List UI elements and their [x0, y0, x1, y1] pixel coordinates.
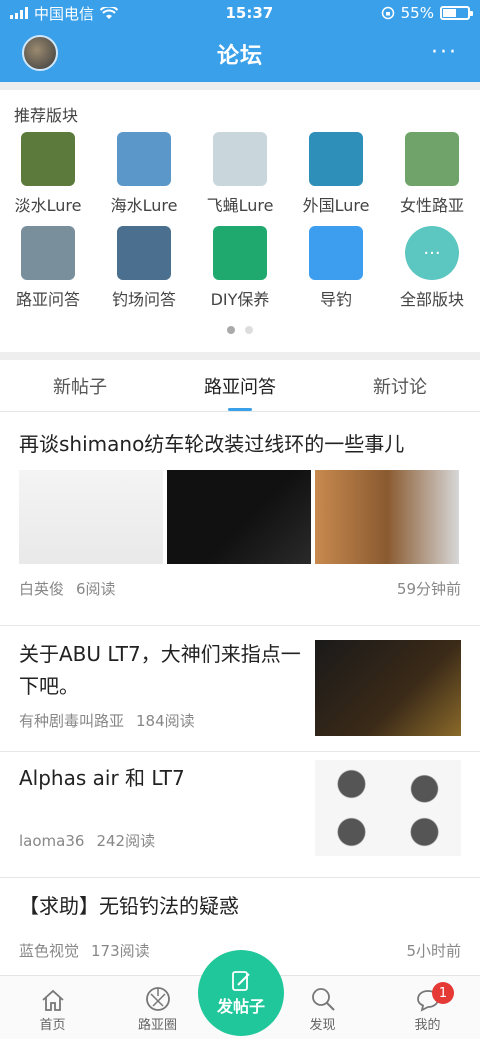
board-image [213, 226, 267, 280]
board-item[interactable]: ··· 全部版块 [384, 226, 480, 310]
tabbar-item-home[interactable]: 首页 [0, 976, 105, 1039]
tabbar-label: 首页 [39, 1018, 66, 1033]
search-icon [311, 988, 335, 1011]
board-label: DIY保养 [210, 290, 270, 309]
home-icon [41, 989, 64, 1011]
section-title: 推荐版块 [14, 106, 79, 125]
pager-dot [245, 326, 253, 334]
tab-item[interactable]: 新帖子 [0, 360, 160, 411]
post-author: 白英俊 [19, 579, 65, 598]
more-icon: ··· [405, 226, 459, 280]
post-time: 59分钟前 [396, 579, 461, 598]
tabbar-label: 发现 [309, 1018, 336, 1033]
post-thumbnails [19, 470, 461, 564]
post-reads: 6阅读 [76, 579, 116, 598]
board-item[interactable]: 飞蝇Lure [192, 132, 288, 216]
battery-icon [439, 6, 473, 20]
board-image [21, 132, 75, 186]
tabbar-item-discover[interactable]: 发现 [270, 976, 375, 1039]
board-item[interactable]: 外国Lure [288, 132, 384, 216]
tab-item[interactable]: 新讨论 [320, 360, 480, 411]
post-title: Alphas air 和 LT7 [19, 766, 185, 790]
board-item[interactable]: 淡水Lure [0, 132, 96, 216]
board-item[interactable]: 钓场问答 [96, 226, 192, 310]
avatar[interactable] [22, 35, 58, 71]
board-item[interactable]: 导钓 [288, 226, 384, 310]
board-item[interactable]: 路亚问答 [0, 226, 96, 310]
board-label: 全部版块 [399, 290, 464, 309]
post-title: 再谈shimano纺车轮改装过线环的一些事儿 [19, 432, 405, 456]
more-icon[interactable]: ··· [431, 40, 458, 65]
board-label: 女性路亚 [399, 196, 464, 215]
board-image [405, 132, 459, 186]
board-label: 钓场问答 [111, 290, 176, 309]
board-label: 导钓 [319, 290, 352, 309]
board-label: 飞蝇Lure [206, 196, 274, 215]
post-author: 蓝色视觉 [19, 941, 80, 960]
carrier: 中国电信 [34, 4, 95, 23]
board-image [117, 132, 171, 186]
board-item[interactable]: DIY保养 [192, 226, 288, 310]
post-reads: 184阅读 [136, 712, 195, 730]
battery-percent: 55% [400, 4, 434, 22]
thumbnail-image[interactable] [19, 470, 163, 564]
aperture-icon [145, 987, 170, 1011]
new-post-button[interactable]: 发帖子 [198, 950, 284, 1036]
board-label: 路亚问答 [15, 290, 80, 309]
post-meta: 有种剧毒叫路亚 184阅读 [19, 710, 315, 731]
thumbnail-image[interactable] [315, 640, 461, 736]
tabbar-item-circle[interactable]: 路亚圈 [105, 976, 210, 1039]
page-title: 论坛 [216, 44, 263, 69]
tabbar-label: 我的 [414, 1018, 441, 1033]
notification-badge: 1 [432, 982, 454, 1004]
pager-dots [0, 316, 480, 344]
pager-dot [227, 326, 235, 334]
status-bar: 中国电信 15:37 55% [0, 0, 480, 26]
board-label: 外国Lure [302, 196, 370, 215]
signal-icon [10, 7, 28, 19]
post-title: 【求助】无铅钓法的疑惑 [19, 894, 239, 918]
thumbnail-image[interactable] [167, 470, 311, 564]
wifi-icon [100, 6, 119, 19]
board-label: 海水Lure [110, 196, 178, 215]
post-time: 5小时前 [406, 941, 461, 960]
post-meta: 白英俊 6阅读 59分钟前 [19, 564, 461, 606]
post-reads: 242阅读 [96, 832, 156, 850]
post-author: laoma36 [19, 832, 85, 850]
thumbnail-image[interactable] [315, 760, 461, 856]
post-item[interactable]: 再谈shimano纺车轮改装过线环的一些事儿 白英俊 6阅读 59分钟前 [0, 412, 480, 606]
post-title: 关于ABU LT7，大神们来指点一下吧。 [19, 642, 301, 698]
board-grid: 淡水Lure 海水Lure 飞蝇Lure 外国Lure 女性路亚路亚问答 钓场问答 DIY保… [0, 130, 480, 310]
recommended-boards: 推荐版块 淡水Lure 海水Lure 飞蝇Lure 外国Lure 女性路亚路亚问答 钓场问… [0, 90, 480, 352]
post-item[interactable]: 关于ABU LT7，大神们来指点一下吧。 有种剧毒叫路亚 184阅读 [0, 625, 480, 752]
post-author: 有种剧毒叫路亚 [19, 712, 125, 730]
board-item[interactable]: 海水Lure [96, 132, 192, 216]
tab-item[interactable]: 路亚问答 [160, 360, 320, 411]
thumbnail-image[interactable] [315, 470, 459, 564]
board-item[interactable]: 女性路亚 [384, 132, 480, 216]
board-image [213, 132, 267, 186]
post-reads: 173阅读 [91, 941, 150, 960]
board-image [309, 132, 363, 186]
board-image [117, 226, 171, 280]
tabbar-item-me[interactable]: 我的 1 [375, 976, 480, 1039]
tab-bar: 新帖子 路亚问答 新讨论 [0, 360, 480, 412]
new-post-label: 发帖子 [216, 997, 265, 1016]
board-image [21, 226, 75, 280]
board-image [309, 226, 363, 280]
divider [0, 352, 480, 360]
post-meta: laoma36 242阅读 [19, 830, 315, 851]
divider [0, 82, 480, 90]
clock: 15:37 [225, 4, 274, 22]
post-item[interactable]: Alphas air 和 LT7 laoma36 242阅读 [0, 752, 480, 878]
edit-icon [232, 971, 250, 991]
tabbar-label: 路亚圈 [137, 1018, 177, 1033]
navigation-bar: 论坛 ··· [0, 26, 480, 82]
board-label: 淡水Lure [14, 196, 82, 215]
rotation-lock-icon [381, 6, 394, 20]
